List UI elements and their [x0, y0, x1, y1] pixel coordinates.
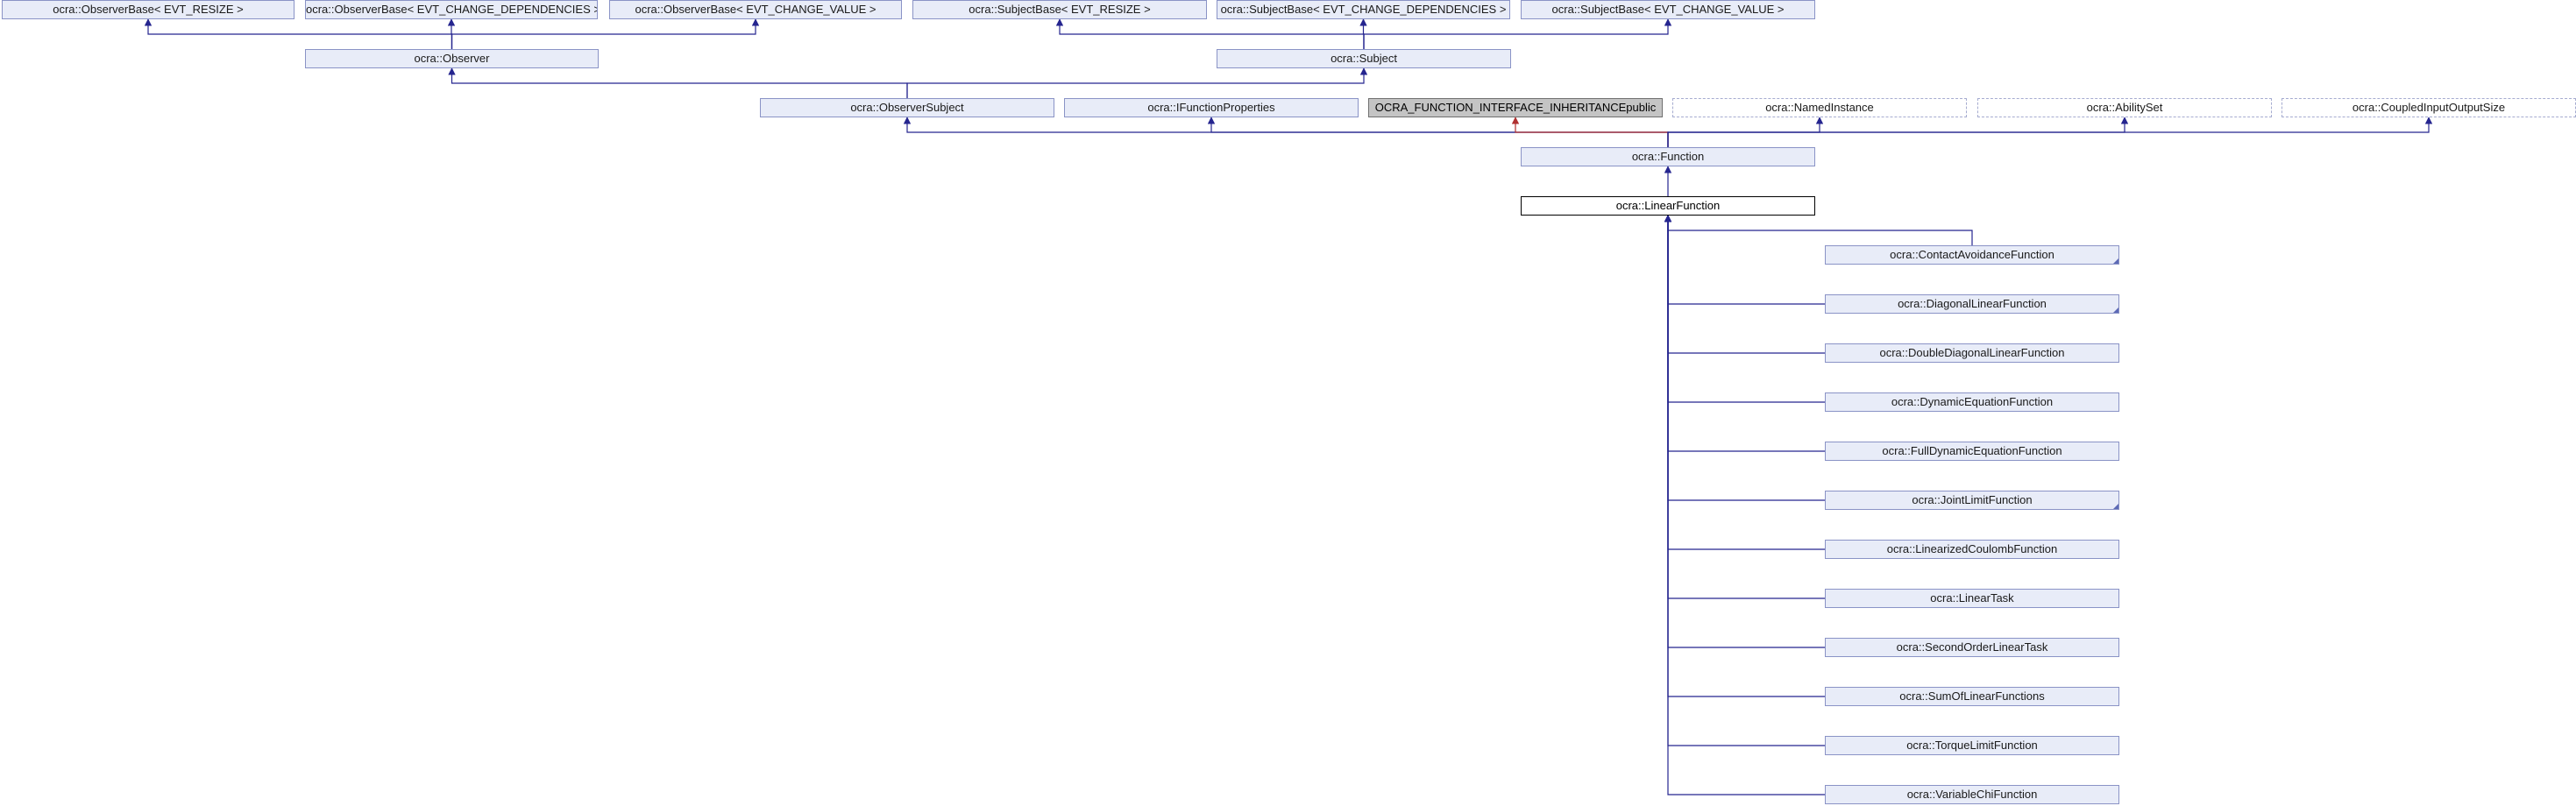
observer-node[interactable]: ocra::Observer	[305, 49, 599, 68]
inheritance-edge-linear-task-to-linear-function	[1664, 215, 1825, 599]
observer-base-change-dependencies-node[interactable]: ocra::ObserverBase< EVT_CHANGE_DEPENDENC…	[305, 0, 598, 19]
linear-task-label: ocra::LinearTask	[1930, 591, 2014, 604]
coupled-input-output-size-node: ocra::CoupledInputOutputSize	[2281, 98, 2576, 117]
inheritance-edge-joint-limit-function-to-linear-function	[1664, 215, 1825, 501]
inheritance-edge-second-order-linear-task-to-linear-function	[1664, 215, 1825, 648]
subject-base-change-dependencies-node[interactable]: ocra::SubjectBase< EVT_CHANGE_DEPENDENCI…	[1217, 0, 1510, 19]
observer-base-resize-label: ocra::ObserverBase< EVT_RESIZE >	[53, 3, 244, 16]
inheritance-edge-observer-subject-to-observer	[448, 67, 908, 98]
observer-subject-node[interactable]: ocra::ObserverSubject	[760, 98, 1054, 117]
subject-base-resize-node[interactable]: ocra::SubjectBase< EVT_RESIZE >	[912, 0, 1207, 19]
second-order-linear-task-node[interactable]: ocra::SecondOrderLinearTask	[1825, 638, 2119, 657]
subject-base-change-value-label: ocra::SubjectBase< EVT_CHANGE_VALUE >	[1551, 3, 1785, 16]
inheritance-edge-subject-to-subject-base-resize	[1055, 18, 1365, 49]
ocra-function-interface-inheritance-node: OCRA_FUNCTION_INTERFACE_INHERITANCEpubli…	[1368, 98, 1663, 117]
named-instance-label: ocra::NamedInstance	[1765, 101, 1874, 114]
diagonal-linear-function-node[interactable]: ocra::DiagonalLinearFunction	[1825, 294, 2119, 314]
subject-node[interactable]: ocra::Subject	[1217, 49, 1511, 68]
observer-subject-label: ocra::ObserverSubject	[850, 101, 964, 114]
subject-label: ocra::Subject	[1331, 52, 1397, 65]
inheritance-edge-variable-chi-function-to-linear-function	[1664, 215, 1825, 795]
inheritance-edge-sum-of-linear-functions-to-linear-function	[1664, 215, 1825, 697]
ocra-function-interface-inheritance-label: OCRA_FUNCTION_INTERFACE_INHERITANCEpubli…	[1374, 101, 1657, 114]
inheritance-edge-diagonal-linear-function-to-linear-function	[1664, 215, 1825, 305]
has-derived-classes-icon	[2113, 504, 2118, 509]
torque-limit-function-label: ocra::TorqueLimitFunction	[1906, 739, 2038, 752]
ability-set-label: ocra::AbilitySet	[2086, 101, 2163, 114]
diagonal-linear-function-label: ocra::DiagonalLinearFunction	[1898, 297, 2047, 310]
joint-limit-function-node[interactable]: ocra::JointLimitFunction	[1825, 491, 2119, 510]
inheritance-edge-torque-limit-function-to-linear-function	[1664, 215, 1825, 746]
joint-limit-function-label: ocra::JointLimitFunction	[1912, 493, 2033, 506]
observer-base-change-dependencies-label: ocra::ObserverBase< EVT_CHANGE_DEPENDENC…	[306, 3, 598, 16]
inheritance-diagram: ocra::ObserverBase< EVT_RESIZE > ocra::O…	[0, 0, 2576, 806]
linearized-coulomb-function-node[interactable]: ocra::LinearizedCoulombFunction	[1825, 540, 2119, 559]
full-dynamic-equation-function-label: ocra::FullDynamicEquationFunction	[1882, 444, 2062, 457]
coupled-input-output-size-label: ocra::CoupledInputOutputSize	[2352, 101, 2506, 114]
sum-of-linear-functions-node[interactable]: ocra::SumOfLinearFunctions	[1825, 687, 2119, 706]
inheritance-edge-function-to-ocra-function-interface-inheritance	[1511, 117, 1669, 147]
has-derived-classes-icon	[2113, 258, 2118, 264]
subject-base-change-dependencies-label: ocra::SubjectBase< EVT_CHANGE_DEPENDENCI…	[1220, 3, 1507, 16]
second-order-linear-task-label: ocra::SecondOrderLinearTask	[1896, 640, 2048, 654]
contact-avoidance-function-node[interactable]: ocra::ContactAvoidanceFunction	[1825, 245, 2119, 265]
torque-limit-function-node[interactable]: ocra::TorqueLimitFunction	[1825, 736, 2119, 755]
double-diagonal-linear-function-node[interactable]: ocra::DoubleDiagonalLinearFunction	[1825, 343, 2119, 363]
has-derived-classes-icon	[2113, 308, 2118, 313]
subject-base-resize-label: ocra::SubjectBase< EVT_RESIZE >	[969, 3, 1151, 16]
double-diagonal-linear-function-label: ocra::DoubleDiagonalLinearFunction	[1879, 346, 2065, 359]
inheritance-edge-double-diagonal-linear-function-to-linear-function	[1664, 215, 1825, 354]
variable-chi-function-node[interactable]: ocra::VariableChiFunction	[1825, 785, 2119, 804]
function-node[interactable]: ocra::Function	[1521, 147, 1815, 166]
dynamic-equation-function-node[interactable]: ocra::DynamicEquationFunction	[1825, 392, 2119, 412]
observer-base-resize-node[interactable]: ocra::ObserverBase< EVT_RESIZE >	[2, 0, 295, 19]
linear-function-label: ocra::LinearFunction	[1615, 199, 1721, 212]
linear-function-node: ocra::LinearFunction	[1521, 196, 1815, 216]
inheritance-edge-observer-subject-to-subject	[906, 67, 1368, 98]
linear-task-node[interactable]: ocra::LinearTask	[1825, 589, 2119, 608]
dynamic-equation-function-label: ocra::DynamicEquationFunction	[1891, 395, 2054, 408]
ifunction-properties-node[interactable]: ocra::IFunctionProperties	[1064, 98, 1359, 117]
named-instance-node: ocra::NamedInstance	[1672, 98, 1967, 117]
observer-base-change-value-label: ocra::ObserverBase< EVT_CHANGE_VALUE >	[635, 3, 876, 16]
ifunction-properties-label: ocra::IFunctionProperties	[1147, 101, 1275, 114]
inheritance-edge-contact-avoidance-function-to-linear-function	[1664, 215, 1973, 245]
inheritance-edges	[144, 18, 2433, 795]
sum-of-linear-functions-label: ocra::SumOfLinearFunctions	[1899, 689, 2045, 703]
inheritance-edge-observer-to-observer-base-resize	[144, 18, 453, 49]
linearized-coulomb-function-label: ocra::LinearizedCoulombFunction	[1886, 542, 2058, 555]
ability-set-node: ocra::AbilitySet	[1977, 98, 2272, 117]
inheritance-edge-observer-to-observer-base-change-value	[451, 18, 760, 49]
inheritance-edge-subject-to-subject-base-change-value	[1363, 18, 1672, 49]
full-dynamic-equation-function-node[interactable]: ocra::FullDynamicEquationFunction	[1825, 442, 2119, 461]
inheritance-edge-full-dynamic-equation-function-to-linear-function	[1664, 215, 1825, 452]
observer-label: ocra::Observer	[414, 52, 490, 65]
contact-avoidance-function-label: ocra::ContactAvoidanceFunction	[1890, 248, 2054, 261]
inheritance-edge-linearized-coulomb-function-to-linear-function	[1664, 215, 1825, 550]
variable-chi-function-label: ocra::VariableChiFunction	[1906, 788, 2038, 801]
inheritance-edge-dynamic-equation-function-to-linear-function	[1664, 215, 1825, 403]
inheritance-edge-function-to-coupled-input-output-size	[1667, 117, 2433, 147]
observer-base-change-value-node[interactable]: ocra::ObserverBase< EVT_CHANGE_VALUE >	[609, 0, 902, 19]
function-label: ocra::Function	[1631, 150, 1705, 163]
subject-base-change-value-node[interactable]: ocra::SubjectBase< EVT_CHANGE_VALUE >	[1521, 0, 1815, 19]
